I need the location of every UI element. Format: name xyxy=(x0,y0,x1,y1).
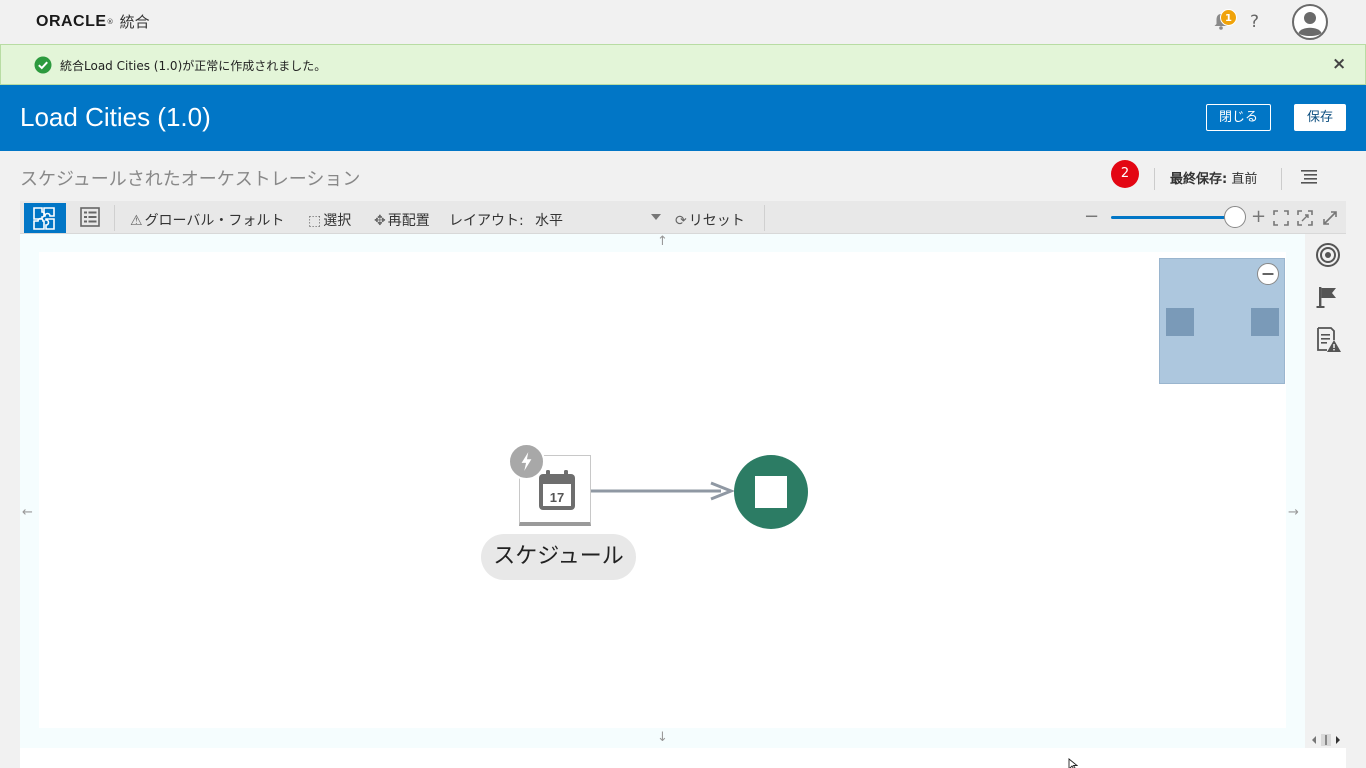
minimap-node xyxy=(1251,308,1279,336)
zoom-in-icon[interactable]: + xyxy=(1251,206,1266,227)
global-fault-label: グローバル・フォルト xyxy=(144,213,285,229)
divider xyxy=(1154,168,1155,190)
fullscreen-icon[interactable] xyxy=(1322,210,1338,226)
pan-up-arrow[interactable]: ↑ xyxy=(657,234,668,249)
sub-header: スケジュールされたオーケストレーション 2 最終保存: 直前 xyxy=(0,151,1366,201)
chevron-down-icon[interactable] xyxy=(651,214,661,220)
canvas-footer xyxy=(20,748,1346,768)
last-saved-label: 最終保存: xyxy=(1170,172,1228,187)
save-button[interactable]: 保存 xyxy=(1294,104,1347,131)
registered-mark: ® xyxy=(106,17,114,26)
rearrange-button[interactable]: ✥ 再配置 xyxy=(374,210,430,230)
rearrange-label: 再配置 xyxy=(387,213,430,229)
divider xyxy=(114,205,115,231)
orchestration-type: スケジュールされたオーケストレーション xyxy=(20,169,361,190)
select-label: 選択 xyxy=(323,213,352,229)
minimap-node xyxy=(1166,308,1194,336)
brand[interactable]: ORACLE ® 統合 xyxy=(36,11,150,32)
lightning-icon xyxy=(508,443,545,480)
page-header: Load Cities (1.0) 閉じる 保存 xyxy=(0,85,1366,151)
reset-icon: ⟳ xyxy=(675,213,687,229)
help-icon[interactable]: ? xyxy=(1250,12,1259,32)
fit-screen-icon[interactable] xyxy=(1273,210,1289,226)
success-banner: 統合Load Cities (1.0)が正常に作成されました。 × xyxy=(0,44,1366,85)
pan-down-arrow[interactable]: ↓ xyxy=(657,730,668,745)
connector-arrow xyxy=(591,481,736,501)
close-button[interactable]: 閉じる xyxy=(1206,104,1272,131)
puzzle-icon xyxy=(33,207,55,230)
last-saved: 最終保存: 直前 xyxy=(1170,168,1257,187)
calendar-date: 17 xyxy=(549,490,565,505)
reset-button[interactable]: ⟳ リセット xyxy=(675,210,745,230)
pan-left-arrow[interactable]: ← xyxy=(22,505,33,520)
zoom-out-icon[interactable]: − xyxy=(1084,206,1099,227)
select-button[interactable]: ⬚ 選択 xyxy=(308,210,351,230)
pan-right-arrow[interactable]: → xyxy=(1288,505,1299,520)
layout-select[interactable]: 水平 xyxy=(535,210,661,230)
last-saved-value: 直前 xyxy=(1231,172,1258,187)
divider xyxy=(1281,168,1282,190)
page-title: Load Cities (1.0) xyxy=(20,102,211,132)
canvas-toolbar: ⚠ グローバル・フォルト ⬚ 選択 ✥ 再配置 レイアウト: 水平 ⟳ リセット − + xyxy=(20,201,1346,234)
app-name: 統合 xyxy=(119,13,150,31)
top-bar: ORACLE ® 統合 1 ? xyxy=(0,0,1366,44)
list-view-icon[interactable] xyxy=(80,207,100,227)
selection-icon: ⬚ xyxy=(308,213,322,229)
zoom-slider[interactable] xyxy=(1111,216,1235,219)
zoom-to-selection-icon[interactable] xyxy=(1297,210,1313,226)
divider xyxy=(764,205,765,231)
flag-icon[interactable] xyxy=(1315,284,1341,310)
mouse-cursor-icon xyxy=(1068,758,1078,768)
banner-message: 統合Load Cities (1.0)が正常に作成されました。 xyxy=(60,59,327,73)
target-icon[interactable] xyxy=(1315,242,1341,268)
stop-icon xyxy=(755,476,787,508)
global-fault-button[interactable]: ⚠ グローバル・フォルト xyxy=(130,210,284,230)
avatar-icon[interactable] xyxy=(1292,4,1328,40)
notification-badge: 1 xyxy=(1220,9,1237,26)
reset-label: リセット xyxy=(688,213,745,229)
zoom-slider-handle[interactable] xyxy=(1223,206,1246,228)
horizontal-scrollbar[interactable] xyxy=(1308,733,1344,747)
warning-icon: ⚠ xyxy=(130,213,143,229)
end-node[interactable] xyxy=(734,455,808,529)
schedule-node-label[interactable]: スケジュール xyxy=(481,534,636,580)
error-count-badge[interactable]: 2 xyxy=(1111,160,1139,188)
hamburger-menu-icon[interactable] xyxy=(1300,167,1318,185)
check-circle-icon xyxy=(34,56,52,74)
minimap-collapse-icon[interactable] xyxy=(1257,263,1279,285)
layout-label: レイアウト: xyxy=(449,213,524,229)
close-icon[interactable]: × xyxy=(1332,54,1346,74)
oracle-logo: ORACLE xyxy=(36,12,107,30)
move-icon: ✥ xyxy=(374,213,386,229)
canvas-view-button[interactable] xyxy=(24,203,66,233)
report-warning-icon[interactable] xyxy=(1315,326,1341,352)
